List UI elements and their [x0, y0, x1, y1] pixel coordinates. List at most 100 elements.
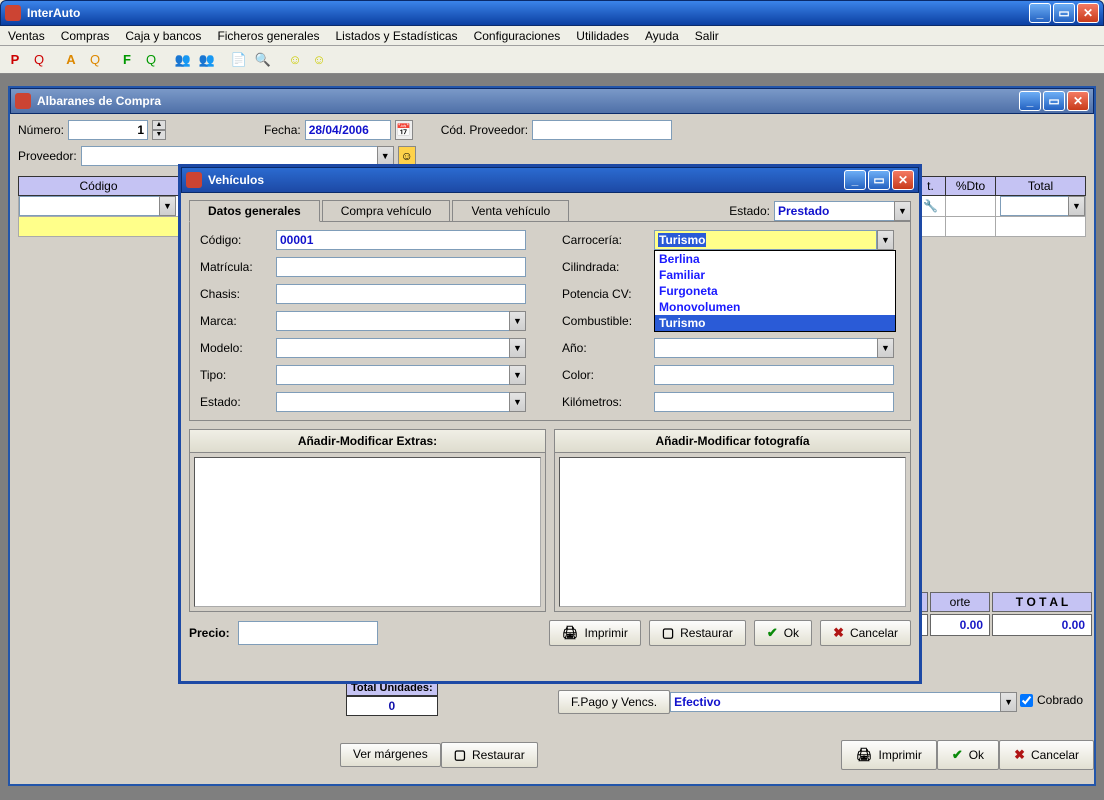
toolbar-doc-icon[interactable]: 📄: [228, 49, 250, 71]
proveedor-input[interactable]: [81, 146, 377, 166]
chevron-down-icon[interactable]: ▼: [1000, 692, 1017, 712]
estado-top-combo[interactable]: ▼: [774, 201, 911, 221]
vehiculos-maximize[interactable]: ▭: [868, 170, 890, 190]
menu-compras[interactable]: Compras: [53, 27, 118, 45]
toolbar-search4-icon[interactable]: 🔍: [252, 49, 274, 71]
close-button[interactable]: ✕: [1077, 3, 1099, 23]
modelo-input[interactable]: [276, 338, 509, 358]
menu-ficheros[interactable]: Ficheros generales: [209, 27, 327, 45]
menu-ventas[interactable]: Ventas: [0, 27, 53, 45]
marca-combo[interactable]: ▼: [276, 311, 526, 331]
toolbar-f-icon[interactable]: F: [116, 49, 138, 71]
chevron-down-icon[interactable]: ▼: [377, 146, 394, 166]
tipo-combo[interactable]: ▼: [276, 365, 526, 385]
fpago-combo[interactable]: ▼: [670, 692, 1017, 712]
extras-header[interactable]: Añadir-Modificar Extras:: [190, 430, 545, 453]
fpago-button[interactable]: F.Pago y Vencs.: [558, 690, 670, 714]
proveedor-lookup-icon[interactable]: ☺: [398, 146, 416, 166]
tab-venta[interactable]: Venta vehículo: [452, 200, 569, 221]
toolbar-smiley2-icon[interactable]: ☺: [308, 49, 330, 71]
menu-config[interactable]: Configuraciones: [466, 27, 569, 45]
cobrado-check[interactable]: Cobrado: [1020, 693, 1083, 707]
toolbar-smiley1-icon[interactable]: ☺: [284, 49, 306, 71]
chevron-down-icon[interactable]: ▼: [877, 230, 894, 250]
toolbar-people2-icon[interactable]: 👥: [196, 49, 218, 71]
ano-combo[interactable]: ▼: [654, 338, 894, 358]
matricula-input[interactable]: [276, 257, 526, 277]
toolbar-people1-icon[interactable]: 👥: [172, 49, 194, 71]
precio-input[interactable]: [238, 621, 378, 645]
calendar-icon[interactable]: 📅: [395, 120, 413, 140]
veh-cancelar-button[interactable]: ✖Cancelar: [820, 620, 911, 646]
foto-body[interactable]: [559, 457, 906, 607]
carroceria-combo[interactable]: Turismo ▼: [654, 230, 894, 250]
fpago-input[interactable]: [670, 692, 1000, 712]
minimize-button[interactable]: _: [1029, 3, 1051, 23]
cancelar-button[interactable]: ✖Cancelar: [999, 740, 1094, 770]
codigo-input[interactable]: [276, 230, 526, 250]
menu-listados[interactable]: Listados y Estadísticas: [328, 27, 466, 45]
tipo-input[interactable]: [276, 365, 509, 385]
chevron-down-icon[interactable]: ▼: [1068, 196, 1085, 216]
maximize-button[interactable]: ▭: [1053, 3, 1075, 23]
dropdown-option[interactable]: Monovolumen: [655, 299, 895, 315]
albaranes-maximize[interactable]: ▭: [1043, 91, 1065, 111]
estado-combo[interactable]: ▼: [276, 392, 526, 412]
toolbar-search1-icon[interactable]: Q: [28, 49, 50, 71]
dropdown-option[interactable]: Furgoneta: [655, 283, 895, 299]
tab-datos-generales[interactable]: Datos generales: [189, 200, 320, 222]
row-codigo-input[interactable]: [19, 196, 159, 216]
vehiculos-close[interactable]: ✕: [892, 170, 914, 190]
row-total-input[interactable]: [1000, 196, 1068, 216]
dropdown-option[interactable]: Familiar: [655, 267, 895, 283]
estado-top-input[interactable]: [774, 201, 894, 221]
toolbar-a-icon[interactable]: A: [60, 49, 82, 71]
dropdown-option[interactable]: Berlina: [655, 251, 895, 267]
toolbar-p-icon[interactable]: P: [4, 49, 26, 71]
marca-input[interactable]: [276, 311, 509, 331]
veh-ok-button[interactable]: ✔Ok: [754, 620, 812, 646]
chevron-down-icon[interactable]: ▼: [159, 196, 176, 216]
foto-header[interactable]: Añadir-Modificar fotografía: [555, 430, 910, 453]
cobrado-checkbox[interactable]: [1020, 694, 1033, 707]
numero-spinner[interactable]: ▲▼: [152, 120, 166, 140]
chasis-input[interactable]: [276, 284, 526, 304]
col-codigo[interactable]: Código: [19, 177, 179, 196]
menu-salir[interactable]: Salir: [687, 27, 727, 45]
ano-input[interactable]: [654, 338, 877, 358]
color-input[interactable]: [654, 365, 894, 385]
menu-ayuda[interactable]: Ayuda: [637, 27, 687, 45]
chevron-down-icon[interactable]: ▼: [877, 338, 894, 358]
tab-compra[interactable]: Compra vehículo: [322, 200, 451, 221]
carroceria-dropdown[interactable]: Berlina Familiar Furgoneta Monovolumen T…: [654, 250, 896, 332]
carroceria-input[interactable]: Turismo: [654, 230, 877, 250]
chevron-down-icon[interactable]: ▼: [509, 365, 526, 385]
menu-util[interactable]: Utilidades: [568, 27, 637, 45]
numero-input[interactable]: [68, 120, 148, 140]
chevron-down-icon[interactable]: ▼: [509, 338, 526, 358]
proveedor-combo[interactable]: ▼: [81, 146, 394, 166]
chevron-down-icon[interactable]: ▼: [509, 392, 526, 412]
toolbar-search2-icon[interactable]: Q: [84, 49, 106, 71]
imprimir-button[interactable]: 🖨Imprimir: [841, 740, 937, 770]
vehiculos-minimize[interactable]: _: [844, 170, 866, 190]
albaranes-close[interactable]: ✕: [1067, 91, 1089, 111]
km-input[interactable]: [654, 392, 894, 412]
estado-input[interactable]: [276, 392, 509, 412]
modelo-combo[interactable]: ▼: [276, 338, 526, 358]
col-total[interactable]: Total: [996, 177, 1086, 196]
extras-body[interactable]: [194, 457, 541, 607]
fecha-input[interactable]: [305, 120, 391, 140]
menu-caja[interactable]: Caja y bancos: [117, 27, 209, 45]
restaurar-button[interactable]: ▢Restaurar: [441, 742, 538, 768]
ver-margenes-button[interactable]: Ver márgenes: [340, 743, 441, 767]
veh-restaurar-button[interactable]: ▢Restaurar: [649, 620, 746, 646]
veh-imprimir-button[interactable]: 🖨Imprimir: [549, 620, 641, 646]
row-tool-icon[interactable]: 🔧: [923, 199, 938, 213]
codprov-input[interactable]: [532, 120, 672, 140]
chevron-down-icon[interactable]: ▼: [894, 201, 911, 221]
dropdown-option-selected[interactable]: Turismo: [655, 315, 895, 331]
chevron-down-icon[interactable]: ▼: [509, 311, 526, 331]
toolbar-search3-icon[interactable]: Q: [140, 49, 162, 71]
ok-button[interactable]: ✔Ok: [937, 740, 999, 770]
